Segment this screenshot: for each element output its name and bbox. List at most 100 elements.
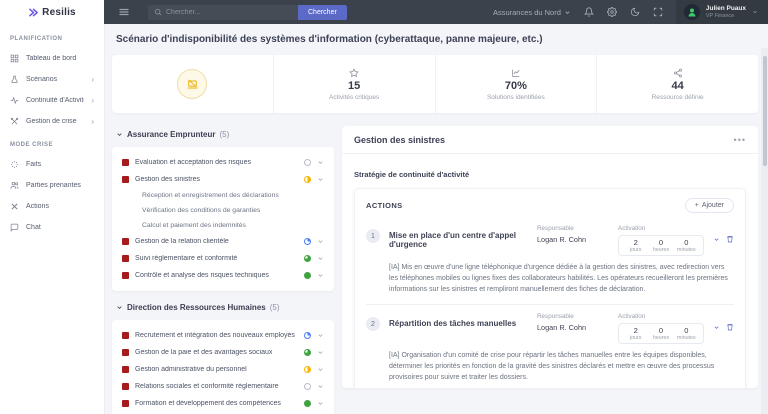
chevron-down-icon[interactable] [317, 383, 324, 390]
stat-value: 15 [348, 79, 361, 92]
action-description: [IA] Organisation d'un comité de crise p… [389, 352, 715, 382]
chevron-right-icon: › [91, 95, 94, 105]
sidebar-item-scenarios[interactable]: Scénarios › [0, 69, 104, 90]
vertical-scrollbar[interactable] [761, 48, 768, 414]
activity-sub-item[interactable]: Calcul et paiement des indemnités [120, 218, 326, 233]
section-count: (5) [219, 130, 230, 139]
action-title: Mise en place d'un centre d'appel d'urge… [389, 231, 516, 249]
chevron-down-icon[interactable] [317, 272, 324, 279]
sidebar-section-planification: PLANIFICATION [10, 36, 63, 42]
sidebar-item-label: Faits [26, 161, 42, 168]
section-header-direction-rh[interactable]: Direction des Ressources Humaines (5) [116, 303, 334, 312]
chevron-down-icon[interactable] [317, 238, 324, 245]
action-number: 2 [366, 317, 380, 332]
progress-pie [304, 383, 311, 390]
sidebar-item-continuite-activite[interactable]: Continuité d'Activité › [0, 90, 104, 111]
sidebar-item-chat[interactable]: Chat [0, 217, 104, 238]
activity-row[interactable]: Gestion de la relation clientèle [120, 233, 326, 250]
stat-value: 44 [671, 79, 684, 92]
chevron-down-icon[interactable] [317, 255, 324, 262]
dark-mode-moon-icon[interactable] [630, 7, 640, 17]
activity-label: Contrôle et analyse des risques techniqu… [135, 272, 269, 279]
more-options-icon[interactable]: ••• [734, 136, 746, 144]
activity-row[interactable]: Gestion de la paie et des avantages soci… [120, 344, 326, 361]
stat-scenario-type [112, 55, 273, 113]
crossed-tools-icon [10, 117, 19, 126]
sidebar-item-gestion-de-crise[interactable]: Gestion de crise › [0, 111, 104, 132]
settings-gear-icon[interactable] [606, 7, 617, 17]
activation-minutes-unit: minutes [677, 335, 696, 342]
responsable-label: Responsable [537, 313, 574, 321]
delete-trash-icon[interactable] [726, 235, 734, 243]
laptop-off-icon [177, 69, 208, 99]
delete-trash-icon[interactable] [726, 323, 734, 331]
activities-card: Évaluation et acceptation des risques Ge… [112, 147, 334, 291]
progress-pie [304, 332, 311, 339]
activities-panel: Assurance Emprunteur (5) Évaluation et a… [112, 126, 334, 414]
page-title: Scénario d'indisponibilité des systèmes … [116, 34, 543, 45]
stat-activites-critiques: 15 Activités critiques [272, 55, 435, 113]
fullscreen-icon[interactable] [653, 7, 663, 17]
add-action-button[interactable]: + Ajouter [684, 198, 734, 213]
user-menu[interactable]: Julien Puaux VP Finance [675, 0, 768, 24]
chevron-down-icon[interactable] [317, 400, 324, 407]
activity-row[interactable]: Suivi réglementaire et conformité [120, 250, 326, 267]
chevron-down-icon[interactable] [317, 176, 324, 183]
sidebar-item-tableau-de-bord[interactable]: Tableau de bord [0, 48, 104, 69]
sidebar-item-label: Scénarios [26, 76, 58, 83]
nodes-icon [673, 68, 683, 78]
activity-label: Suivi réglementaire et conformité [135, 255, 238, 262]
activity-sub-item[interactable]: Réception et enregistrement des déclarat… [120, 188, 326, 203]
chevron-down-icon[interactable] [317, 349, 324, 356]
activity-row[interactable]: Gestion des sinistres [120, 171, 326, 188]
activity-row[interactable]: Relations sociales et conformité régleme… [120, 378, 326, 395]
sidebar-item-label: Continuité d'Activité [26, 97, 85, 104]
activity-row[interactable]: Recrutement et intégration des nouveaux … [120, 327, 326, 344]
actions-card: ACTIONS + Ajouter 1 Mise en place d'un ce… [354, 188, 746, 388]
section-header-assurance-emprunteur[interactable]: Assurance Emprunteur (5) [116, 130, 334, 139]
progress-pie [304, 238, 311, 245]
brand-logo[interactable]: Resilis [0, 0, 104, 24]
scrollbar-thumb[interactable] [762, 56, 767, 166]
collapse-chevron-icon[interactable] [713, 324, 720, 331]
collapse-chevron-icon[interactable] [713, 236, 720, 243]
sidebar-item-faits[interactable]: Faits [0, 154, 104, 175]
activities-card: Recrutement et intégration des nouveaux … [112, 320, 334, 414]
activation-hours: 0 [658, 238, 664, 247]
activity-row[interactable]: Gestion administrative du personnel [120, 361, 326, 378]
criticality-marker [122, 349, 129, 356]
stat-label: Ressource définie [651, 93, 704, 101]
section-title: Direction des Ressources Humaines [127, 303, 266, 312]
sidebar-item-label: Parties prenantes [26, 182, 81, 189]
action-item: 1 Mise en place d'un centre d'appel d'ur… [366, 223, 734, 295]
activation-box[interactable]: 2 jours 0 heures 0 minutes [618, 323, 704, 345]
chevron-down-icon[interactable] [317, 366, 324, 373]
activity-row[interactable]: Évaluation et acceptation des risques [120, 154, 326, 171]
chevron-down-icon [117, 133, 122, 136]
organization-selector[interactable]: Assurances du Nord [493, 8, 571, 17]
search-button[interactable]: Chercher [298, 4, 347, 20]
users-icon [10, 181, 19, 190]
activation-hours-unit: heures [652, 335, 670, 342]
search-input[interactable] [166, 8, 292, 16]
activity-pulse-icon [10, 96, 19, 105]
activity-row[interactable]: Contrôle et analyse des risques techniqu… [120, 267, 326, 284]
activity-row[interactable]: Formation et développement des compétenc… [120, 395, 326, 412]
activation-minutes: 0 [684, 238, 689, 247]
notifications-bell-icon[interactable] [583, 7, 594, 17]
criticality-marker [122, 332, 129, 339]
chevron-down-icon[interactable] [317, 159, 324, 166]
activity-label: Gestion de la relation clientèle [135, 238, 229, 245]
chevron-down-icon [753, 10, 757, 14]
sidebar-item-parties-prenantes[interactable]: Parties prenantes [0, 175, 104, 196]
sidebar-item-actions[interactable]: Actions [0, 196, 104, 217]
criticality-marker [122, 366, 129, 373]
activity-sub-item[interactable]: Vérification des conditions de garanties [120, 203, 326, 218]
menu-toggle-icon[interactable] [118, 6, 130, 18]
detail-panel: Gestion des sinistres ••• Stratégie de c… [342, 126, 758, 388]
activation-box[interactable]: 2 jours 0 heures 0 minutes [618, 235, 704, 256]
chevron-down-icon[interactable] [317, 332, 324, 339]
sparkle-icon [10, 160, 19, 169]
criticality-marker [122, 238, 129, 245]
section-title: Assurance Emprunteur [127, 130, 216, 139]
